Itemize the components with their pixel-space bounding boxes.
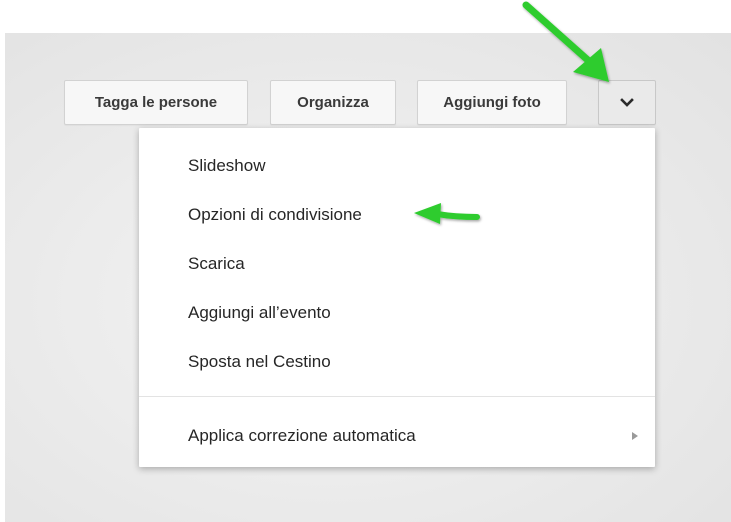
chevron-down-icon bbox=[620, 97, 634, 107]
menu-item-auto-fix[interactable]: Applica correzione automatica bbox=[139, 416, 655, 456]
add-photo-label: Aggiungi foto bbox=[443, 94, 541, 111]
menu-item-sharing-options[interactable]: Opzioni di condivisione bbox=[139, 195, 655, 235]
more-options-button[interactable] bbox=[598, 80, 656, 125]
menu-divider bbox=[139, 396, 655, 397]
menu-item-add-to-event[interactable]: Aggiungi all’evento bbox=[139, 293, 655, 333]
menu-item-download[interactable]: Scarica bbox=[139, 244, 655, 284]
organize-label: Organizza bbox=[297, 94, 369, 111]
menu-item-label: Slideshow bbox=[188, 156, 266, 175]
add-photo-button[interactable]: Aggiungi foto bbox=[417, 80, 567, 125]
organize-button[interactable]: Organizza bbox=[270, 80, 396, 125]
menu-item-move-to-trash[interactable]: Sposta nel Cestino bbox=[139, 342, 655, 382]
menu-item-label: Sposta nel Cestino bbox=[188, 352, 331, 371]
more-options-menu: Slideshow Opzioni di condivisione Scaric… bbox=[139, 128, 655, 467]
tag-people-button[interactable]: Tagga le persone bbox=[64, 80, 248, 125]
submenu-arrow-icon bbox=[632, 432, 638, 440]
menu-item-label: Applica correzione automatica bbox=[188, 426, 416, 445]
menu-item-label: Aggiungi all’evento bbox=[188, 303, 331, 322]
tag-people-label: Tagga le persone bbox=[94, 94, 218, 111]
menu-item-label: Opzioni di condivisione bbox=[188, 205, 362, 224]
menu-item-label: Scarica bbox=[188, 254, 245, 273]
menu-item-slideshow[interactable]: Slideshow bbox=[139, 146, 655, 186]
